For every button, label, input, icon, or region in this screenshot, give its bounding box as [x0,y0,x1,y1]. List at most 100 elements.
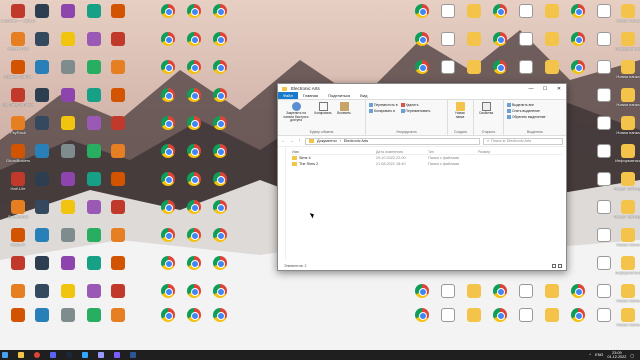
chrome-shortcut[interactable] [208,200,232,226]
desktop-shortcut[interactable] [106,228,130,254]
taskbar-app[interactable] [32,350,42,360]
desktop-shortcut[interactable] [6,308,30,334]
desktop-shortcut[interactable]: Screenshot [6,200,30,226]
taskbar-app[interactable] [96,350,106,360]
desktop-shortcut[interactable] [462,284,486,310]
chrome-shortcut[interactable] [488,308,512,334]
desktop-shortcut[interactable] [30,284,54,310]
notification-icon[interactable]: ▢ [630,353,634,358]
chrome-shortcut[interactable] [182,200,206,226]
desktop-shortcut[interactable] [56,32,80,58]
chrome-shortcut[interactable] [566,284,590,310]
desktop-shortcut[interactable] [56,116,80,142]
chrome-shortcut[interactable] [488,4,512,30]
chrome-shortcut[interactable] [208,256,232,282]
taskbar-app[interactable] [128,350,138,360]
desktop-shortcut[interactable] [592,4,616,30]
desktop-shortcut[interactable] [82,4,106,30]
desktop-shortcut[interactable] [106,4,130,30]
desktop-shortcut[interactable] [56,228,80,254]
properties-button[interactable]: Свойства [477,102,495,133]
desktop-shortcut[interactable]: информатика [615,256,640,282]
desktop-shortcut[interactable] [514,4,538,30]
chrome-shortcut[interactable] [566,32,590,58]
desktop-shortcut[interactable] [56,256,80,282]
desktop-shortcut[interactable] [82,308,106,334]
chrome-shortcut[interactable] [208,60,232,86]
desktop-shortcut[interactable] [82,172,106,198]
desktop-shortcut[interactable] [592,284,616,310]
desktop-shortcut[interactable] [82,228,106,254]
chrome-shortcut[interactable] [182,284,206,310]
desktop-shortcut[interactable] [540,32,564,58]
desktop-shortcut[interactable] [6,284,30,310]
taskbar-app[interactable] [64,350,74,360]
desktop-shortcut[interactable] [592,144,616,170]
desktop-shortcut[interactable] [30,256,54,282]
chrome-shortcut[interactable] [410,32,434,58]
chrome-shortcut[interactable] [182,32,206,58]
desktop-shortcut[interactable] [540,284,564,310]
desktop-shortcut[interactable] [540,308,564,334]
new-folder-button[interactable]: Новая папка [451,102,469,133]
desktop-shortcut[interactable] [30,228,54,254]
tab-share[interactable]: Поделиться [323,92,355,99]
desktop-shortcut[interactable] [56,4,80,30]
copy-button[interactable]: Копировать [314,102,332,133]
desktop-shortcut[interactable] [30,144,54,170]
desktop-shortcut[interactable] [436,32,460,58]
rename-button[interactable]: Переименовать [400,109,430,113]
chrome-shortcut[interactable] [208,284,232,310]
column-type[interactable]: Тип [428,150,478,154]
desktop-shortcut[interactable] [106,144,130,170]
desktop-shortcut[interactable]: Новая папка [616,284,640,310]
taskbar-app[interactable] [16,350,26,360]
desktop-shortcut[interactable] [514,308,538,334]
tab-home[interactable]: Главная [298,92,323,99]
minimize-button[interactable]: — [524,84,538,93]
chrome-shortcut[interactable] [156,32,180,58]
desktop-shortcut[interactable] [592,116,616,142]
desktop-shortcut[interactable]: Новая папка [616,228,640,254]
chrome-shortcut[interactable] [410,284,434,310]
desktop-shortcut[interactable]: Новая таблица [614,172,640,198]
desktop-shortcut[interactable] [30,88,54,114]
chrome-shortcut[interactable] [208,116,232,142]
chrome-shortcut[interactable] [208,172,232,198]
desktop-shortcut[interactable] [82,32,106,58]
language-indicator[interactable]: ENG [595,353,603,357]
taskbar-app[interactable] [48,350,58,360]
desktop-shortcut[interactable] [106,284,130,310]
desktop-shortcut[interactable]: Новая таблица [614,200,640,226]
desktop-shortcut[interactable] [30,308,54,334]
desktop-shortcut[interactable] [514,284,538,310]
desktop-shortcut[interactable] [82,116,106,142]
column-name[interactable]: Имя [290,150,376,154]
column-size[interactable]: Размер [478,150,562,154]
breadcrumb-electronic-arts[interactable]: Electronic Arts [344,139,368,143]
desktop-shortcut[interactable] [436,284,460,310]
desktop-shortcut[interactable] [30,200,54,226]
chrome-shortcut[interactable] [156,60,180,86]
desktop-shortcut[interactable] [592,88,616,114]
file-explorer-window[interactable]: Electronic Arts — ☐ ✕ Файл Главная Подел… [277,83,567,271]
chrome-shortcut[interactable] [566,60,590,86]
desktop-shortcut[interactable]: My Time At Portia [2,88,34,114]
forward-arrow-icon[interactable]: → [289,138,294,144]
chrome-shortcut[interactable] [156,4,180,30]
chrome-shortcut[interactable] [208,32,232,58]
chrome-shortcut[interactable] [182,88,206,114]
desktop-shortcut[interactable]: Half-Life [6,172,30,198]
desktop-shortcut[interactable] [436,308,460,334]
desktop-shortcut[interactable]: информатика [615,32,640,58]
chrome-shortcut[interactable] [156,228,180,254]
desktop-shortcut[interactable] [592,256,616,282]
chrome-shortcut[interactable] [182,256,206,282]
chrome-shortcut[interactable] [208,88,232,114]
desktop-shortcut[interactable]: Shadow Warrior [4,60,32,86]
desktop-shortcut[interactable]: Launcher — ярлык [1,4,35,30]
back-arrow-icon[interactable]: ← [281,138,286,144]
desktop-shortcut[interactable]: Новая папка [616,308,640,334]
chevron-up-icon[interactable]: ^ [589,353,591,357]
chrome-shortcut[interactable] [182,308,206,334]
